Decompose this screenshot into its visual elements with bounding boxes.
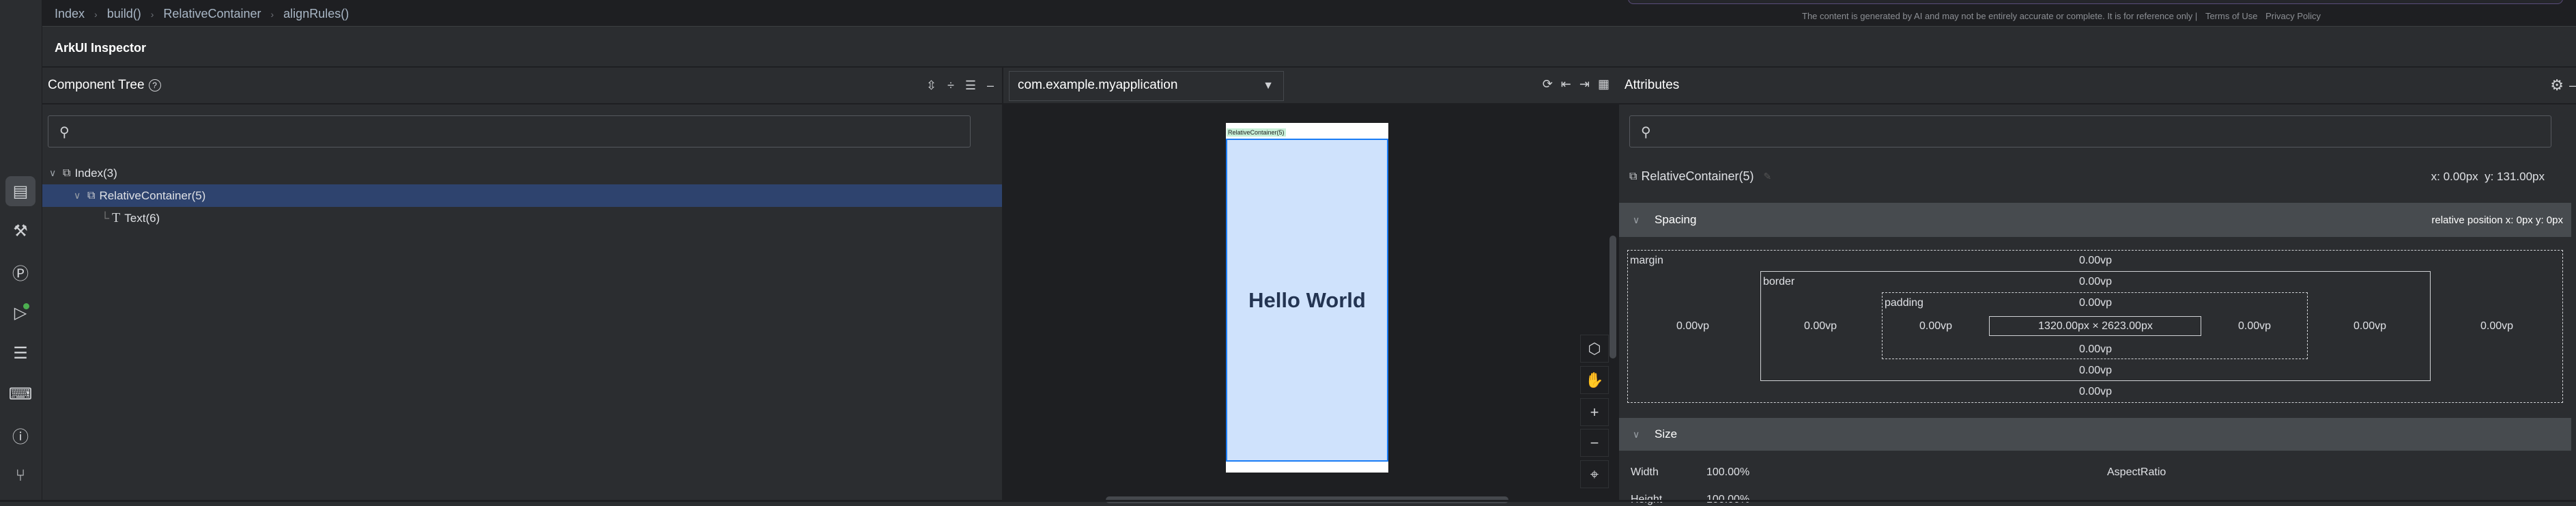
chevron-down-icon[interactable]: ∨ [74, 190, 87, 201]
collapse-all-icon[interactable]: ÷ [947, 79, 954, 92]
minimize-icon[interactable]: – [2569, 79, 2576, 93]
vertical-scrollbar[interactable] [1609, 236, 1616, 359]
app-select[interactable]: com.example.myapplication ▼ [1009, 71, 1284, 101]
padding-top[interactable]: 0.00vp [2079, 297, 2112, 309]
help-icon[interactable]: ? [148, 79, 161, 92]
hammer-icon[interactable]: ⚒ [5, 216, 35, 246]
aspect-ratio-label: AspectRatio [2107, 466, 2166, 478]
margin-left[interactable]: 0.00vp [1676, 320, 1709, 333]
calendar-icon[interactable]: ☰ [5, 338, 35, 368]
breadcrumb: Index › build() › RelativeContainer › align… [55, 7, 349, 21]
border-label: border [1763, 276, 1795, 287]
section-title: Size [1655, 427, 1678, 440]
tree-node-relativecontainer[interactable]: ∨ ⧉ RelativeContainer(5) [42, 184, 1002, 207]
privacy-link[interactable]: Privacy Policy [2265, 11, 2321, 21]
padding-bottom[interactable]: 0.00vp [2079, 343, 2112, 356]
panel-title: Component Tree [48, 78, 145, 92]
app-select-value: com.example.myapplication [1018, 78, 1178, 92]
tree-node-index[interactable]: ∨ ⧉ Index(3) [42, 162, 1002, 184]
minimize-icon[interactable]: – [987, 79, 994, 92]
border-left[interactable]: 0.00vp [1804, 320, 1837, 333]
margin-top[interactable]: 0.00vp [2079, 255, 2112, 267]
attribute-search-input[interactable]: ⚲ [1629, 115, 2551, 147]
padding-right[interactable]: 0.00vp [2238, 320, 2271, 333]
gear-icon[interactable]: ⚙ [2550, 76, 2564, 94]
device-preview: RelativeContainer(5) Hello World [1226, 123, 1388, 473]
zoom-in-icon[interactable]: + [1580, 398, 1609, 426]
relative-position: relative position x: 0px y: 0px [2431, 214, 2563, 226]
border-right[interactable]: 0.00vp [2353, 320, 2386, 333]
padding-left[interactable]: 0.00vp [1919, 320, 1952, 333]
selected-component-row: ⧉ RelativeContainer(5) ✎ [1629, 169, 1771, 184]
width-value[interactable]: 100.00% [1706, 466, 1749, 479]
terminal-icon[interactable]: ⌨ [5, 379, 35, 409]
node-label: Text(6) [124, 211, 160, 225]
3d-view-icon[interactable]: ⬡ [1580, 335, 1609, 363]
list-icon[interactable]: ☰ [965, 79, 976, 92]
export-icon[interactable]: ⇥ [1579, 77, 1590, 92]
margin-label: margin [1630, 255, 1663, 266]
border-bottom[interactable]: 0.00vp [2079, 365, 2112, 377]
import-icon[interactable]: ⇤ [1561, 77, 1571, 92]
grid-icon[interactable]: ▦ [1598, 77, 1609, 92]
chevron-down-icon: ∨ [1633, 214, 1640, 225]
hand-icon[interactable]: ✋ [1580, 366, 1609, 394]
breadcrumb-item[interactable]: RelativeContainer [163, 7, 261, 21]
section-title: Spacing [1655, 213, 1697, 226]
git-icon[interactable]: ⑂ [5, 461, 35, 491]
layout-viewer: com.example.myapplication ▼ ⟳ ⇤ ⇥ ▦ Relativ… [1003, 68, 1619, 503]
breadcrumb-item[interactable]: Index [55, 7, 85, 21]
run-icon[interactable]: ▷ [5, 298, 35, 328]
attributes-header: Attributes ⚙ – [1619, 68, 2576, 104]
node-label: RelativeContainer(5) [99, 188, 206, 202]
disclaimer-text: The content is generated by AI and may n… [1802, 11, 2198, 21]
component-icon: ⧉ [1629, 170, 1637, 182]
component-tree-header: Component Tree ? ⇳ ÷ ☰ – [42, 68, 1002, 104]
app-title: ArkUI Inspector [55, 41, 147, 55]
hello-text[interactable]: Hello World [1248, 288, 1366, 313]
component-position: x: 0.00px y: 131.00px [2431, 170, 2545, 183]
search-icon: ⚲ [59, 125, 70, 140]
problems-icon[interactable]: ⓘ [5, 420, 35, 450]
locate-icon[interactable]: ⌖ [1580, 460, 1609, 488]
tool-window-titlebar [42, 27, 2576, 68]
layout-icon[interactable]: ▤ [5, 176, 35, 206]
component-icon: ⧉ [63, 167, 71, 179]
breadcrumb-item[interactable]: build() [107, 7, 141, 21]
zoom-out-icon[interactable]: − [1580, 429, 1609, 457]
pin-icon[interactable]: ✎ [1764, 171, 1772, 182]
tool-sidebar: ▤ ⚒ Ⓟ ▷ ☰ ⌨ ⓘ ⑂ [0, 0, 42, 502]
expand-all-icon[interactable]: ⇳ [926, 79, 936, 92]
chevron-down-icon: ∨ [1633, 428, 1640, 440]
width-label: Width [1631, 466, 1659, 478]
attributes-panel: Attributes ⚙ – ⚲ ⧉ RelativeContainer(5) … [1619, 68, 2576, 505]
refresh-icon[interactable]: ⟳ [1543, 77, 1553, 92]
component-overlay-label: RelativeContainer(5) [1227, 128, 1286, 137]
relativecontainer-highlight[interactable]: Hello World [1226, 139, 1388, 462]
panel-title: Attributes [1625, 78, 1680, 92]
ai-disclaimer: The content is generated by AI and may n… [1802, 11, 2321, 21]
node-label: Index(3) [74, 166, 117, 180]
dropdown-arrow-icon: ▼ [1263, 80, 1274, 92]
search-icon: ⚲ [1641, 125, 1651, 140]
padding-label: padding [1885, 297, 1923, 309]
chevron-down-icon[interactable]: ∨ [49, 167, 63, 179]
component-icon: ⧉ [87, 189, 96, 201]
breadcrumb-item[interactable]: alignRules() [283, 7, 349, 21]
viewer-toolbar: com.example.myapplication ▼ ⟳ ⇤ ⇥ ▦ [1003, 68, 1619, 104]
size-section-header[interactable]: ∨ Size [1619, 418, 2571, 451]
selected-component-name: RelativeContainer(5) [1641, 169, 1754, 183]
component-tree-panel: Component Tree ? ⇳ ÷ ☰ – ⚲ ∨ ⧉ Index(3) ∨ ⧉ Rel… [42, 68, 1003, 502]
margin-bottom[interactable]: 0.00vp [2079, 386, 2112, 398]
tree-node-text[interactable]: └ T Text(6) [42, 207, 1002, 229]
spacing-section-header[interactable]: ∨ Spacing relative position x: 0px y: 0p… [1619, 203, 2571, 237]
border-top[interactable]: 0.00vp [2079, 276, 2112, 288]
text-icon: T [112, 210, 121, 225]
ai-input[interactable] [1628, 0, 2563, 4]
terms-link[interactable]: Terms of Use [2205, 11, 2258, 21]
content-size: 1320.00px × 2623.00px [2038, 320, 2153, 332]
component-search-input[interactable]: ⚲ [48, 115, 971, 147]
margin-right[interactable]: 0.00vp [2480, 320, 2513, 333]
profiler-icon[interactable]: Ⓟ [5, 257, 35, 287]
